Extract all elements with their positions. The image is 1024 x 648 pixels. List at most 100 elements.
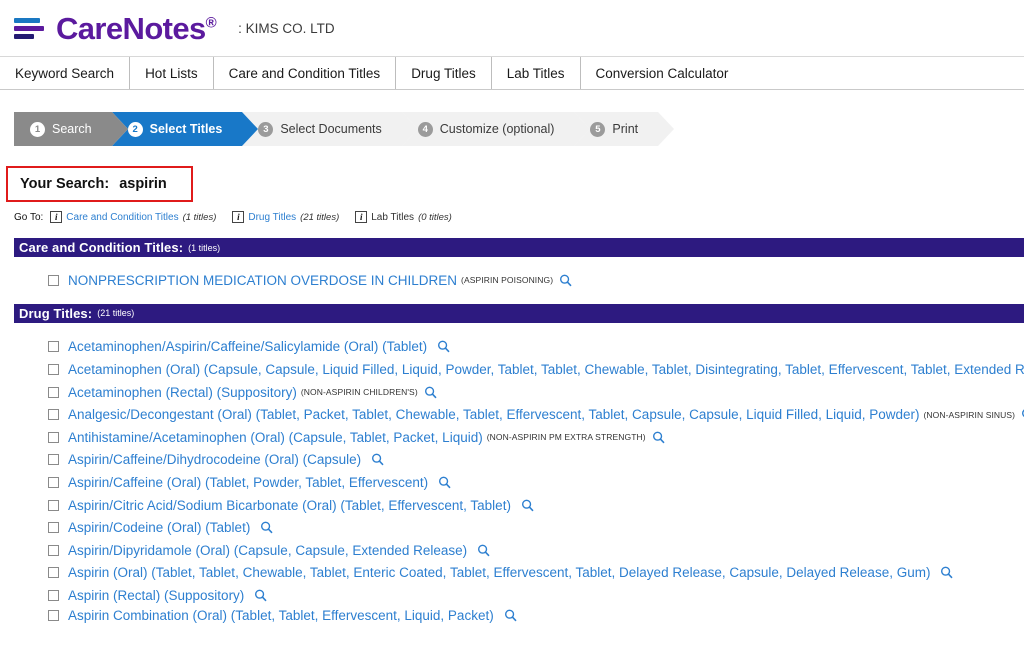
logo-word: CareNotes [56, 10, 206, 46]
go-to-care-and-condition-titles[interactable]: i Care and Condition Titles (1 titles) [50, 211, 216, 223]
care-and-condition-results: NONPRESCRIPTION MEDICATION OVERDOSE IN C… [0, 269, 1024, 292]
result-title-link[interactable]: Acetaminophen/Aspirin/Caffeine/Salicylam… [68, 339, 427, 354]
table-row[interactable]: Aspirin/Caffeine (Oral) (Tablet, Powder,… [0, 471, 1024, 494]
magnifier-icon[interactable] [504, 609, 517, 622]
app-logo-text: CareNotes® [56, 10, 217, 46]
result-title-link[interactable]: Aspirin Combination (Oral) (Tablet, Tabl… [68, 608, 494, 623]
wizard-step-number: 2 [127, 121, 143, 137]
row-checkbox[interactable] [48, 386, 59, 398]
magnifier-icon[interactable] [521, 499, 534, 512]
result-title-link[interactable]: NONPRESCRIPTION MEDICATION OVERDOSE IN C… [68, 273, 457, 288]
result-alias: (NON-ASPIRIN CHILDREN'S) [300, 387, 418, 398]
wizard-step-select-documents[interactable]: 3 Select Documents [242, 112, 418, 146]
wizard-step-number: 4 [417, 121, 433, 137]
magnifier-icon[interactable] [371, 453, 384, 466]
info-icon: i [232, 211, 245, 223]
section-title: Drug Titles: [19, 305, 93, 321]
section-count: (1 titles) [188, 242, 221, 253]
go-to-lab-titles: i Lab Titles (0 titles) [355, 211, 452, 223]
your-search-box: Your Search: aspirin [6, 166, 193, 202]
row-checkbox[interactable] [48, 589, 59, 601]
row-checkbox[interactable] [48, 341, 59, 353]
section-title: Care and Condition Titles: [19, 240, 184, 255]
result-title-link[interactable]: Aspirin/Dipyridamole (Oral) (Capsule, Ca… [68, 543, 467, 558]
result-title-link[interactable]: Aspirin/Citric Acid/Sodium Bicarbonate (… [68, 498, 511, 513]
row-checkbox[interactable] [48, 454, 59, 466]
table-row[interactable]: Analgesic/Decongestant (Oral) (Tablet, P… [0, 403, 1024, 426]
result-alias: (ASPIRIN POISONING) [461, 275, 554, 286]
go-to-link-label[interactable]: Drug Titles [248, 212, 296, 223]
wizard-step-number: 1 [30, 121, 45, 137]
go-to-link-label: Lab Titles [371, 211, 415, 223]
magnifier-icon[interactable] [437, 340, 450, 353]
go-to-link-count: (0 titles) [418, 211, 452, 223]
magnifier-icon[interactable] [559, 274, 572, 287]
wizard-step-select-titles[interactable]: 2 Select Titles [111, 112, 259, 146]
wizard-step-label: Customize (optional) [439, 122, 555, 136]
result-title-link[interactable]: Antihistamine/Acetaminophen (Oral) (Caps… [68, 430, 483, 445]
row-checkbox[interactable] [48, 544, 59, 556]
nav-item-hot-lists[interactable]: Hot Lists [130, 57, 214, 89]
table-row[interactable]: Aspirin/Caffeine/Dihydrocodeine (Oral) (… [0, 449, 1024, 472]
go-to-label: Go To: [14, 211, 44, 223]
magnifier-icon[interactable] [940, 566, 954, 579]
result-title-link[interactable]: Analgesic/Decongestant (Oral) (Tablet, P… [68, 407, 919, 422]
result-title-link[interactable]: Aspirin/Caffeine/Dihydrocodeine (Oral) (… [68, 452, 361, 467]
go-to-link-label[interactable]: Care and Condition Titles [66, 212, 178, 223]
go-to-link-count: (21 titles) [300, 211, 340, 223]
app-header: CareNotes® : KIMS CO. LTD [0, 0, 1024, 57]
result-title-link[interactable]: Acetaminophen (Rectal) (Suppository) [68, 385, 297, 400]
row-checkbox[interactable] [48, 522, 59, 534]
nav-item-lab-titles[interactable]: Lab Titles [492, 57, 581, 89]
go-to-links: Go To: i Care and Condition Titles (1 ti… [14, 211, 1024, 223]
row-checkbox[interactable] [48, 274, 59, 286]
table-row[interactable]: Aspirin/Dipyridamole (Oral) (Capsule, Ca… [0, 539, 1024, 562]
wizard-step-label: Search [52, 122, 92, 136]
result-title-link[interactable]: Aspirin/Caffeine (Oral) (Tablet, Powder,… [68, 475, 428, 490]
organization-name: : KIMS CO. LTD [238, 20, 335, 36]
table-row[interactable]: NONPRESCRIPTION MEDICATION OVERDOSE IN C… [0, 269, 1024, 292]
table-row[interactable]: Aspirin/Citric Acid/Sodium Bicarbonate (… [0, 494, 1024, 517]
row-checkbox[interactable] [48, 476, 59, 488]
nav-item-drug-titles[interactable]: Drug Titles [396, 57, 492, 89]
table-row[interactable]: Aspirin (Oral) (Tablet, Tablet, Chewable… [0, 562, 1024, 585]
row-checkbox[interactable] [48, 499, 59, 511]
nav-item-keyword-search[interactable]: Keyword Search [0, 57, 131, 89]
table-row[interactable]: Acetaminophen/Aspirin/Caffeine/Salicylam… [0, 336, 1024, 359]
main-navigation: Keyword Search Hot Lists Care and Condit… [0, 57, 1024, 90]
table-row[interactable]: Aspirin Combination (Oral) (Tablet, Tabl… [0, 607, 1024, 625]
wizard-step-number: 5 [590, 121, 606, 137]
magnifier-icon[interactable] [438, 476, 451, 489]
wizard-step-search[interactable]: 1 Search [14, 112, 128, 146]
magnifier-icon[interactable] [477, 544, 490, 557]
nav-item-conversion-calculator[interactable]: Conversion Calculator [581, 57, 744, 89]
row-checkbox[interactable] [48, 409, 59, 421]
result-title-link[interactable]: Aspirin/Codeine (Oral) (Tablet) [68, 520, 250, 535]
result-title-link[interactable]: Aspirin (Rectal) (Suppository) [68, 588, 244, 603]
wizard-step-customize[interactable]: 4 Customize (optional) [401, 112, 591, 146]
wizard-step-label: Select Documents [280, 122, 382, 136]
table-row[interactable]: Antihistamine/Acetaminophen (Oral) (Caps… [0, 426, 1024, 449]
table-row[interactable]: Aspirin (Rectal) (Suppository) [0, 584, 1024, 607]
row-checkbox[interactable] [48, 567, 59, 579]
result-title-link[interactable]: Acetaminophen (Oral) (Capsule, Capsule, … [68, 362, 1024, 377]
magnifier-icon[interactable] [652, 431, 665, 444]
nav-item-care-and-condition-titles[interactable]: Care and Condition Titles [214, 57, 397, 89]
table-row[interactable]: Acetaminophen (Oral) (Capsule, Capsule, … [0, 358, 1024, 381]
row-checkbox[interactable] [48, 431, 59, 443]
result-title-link[interactable]: Aspirin (Oral) (Tablet, Tablet, Chewable… [68, 565, 930, 580]
magnifier-icon[interactable] [254, 589, 267, 602]
table-row[interactable]: Aspirin/Codeine (Oral) (Tablet) [0, 516, 1024, 539]
row-checkbox[interactable] [48, 610, 59, 622]
row-checkbox[interactable] [48, 363, 59, 375]
magnifier-icon[interactable] [260, 521, 273, 534]
wizard-steps: 1 Search 2 Select Titles 3 Select Docume… [14, 112, 675, 146]
wizard-step-number: 3 [258, 121, 274, 137]
go-to-link-count: (1 titles) [182, 211, 217, 223]
magnifier-icon[interactable] [424, 386, 437, 399]
your-search-label: Your Search: [20, 176, 110, 192]
app-root: CareNotes® : KIMS CO. LTD Keyword Search… [0, 0, 1024, 648]
go-to-drug-titles[interactable]: i Drug Titles (21 titles) [232, 211, 339, 223]
wizard-step-label: Select Titles [149, 122, 223, 136]
table-row[interactable]: Acetaminophen (Rectal) (Suppository) (NO… [0, 381, 1024, 404]
